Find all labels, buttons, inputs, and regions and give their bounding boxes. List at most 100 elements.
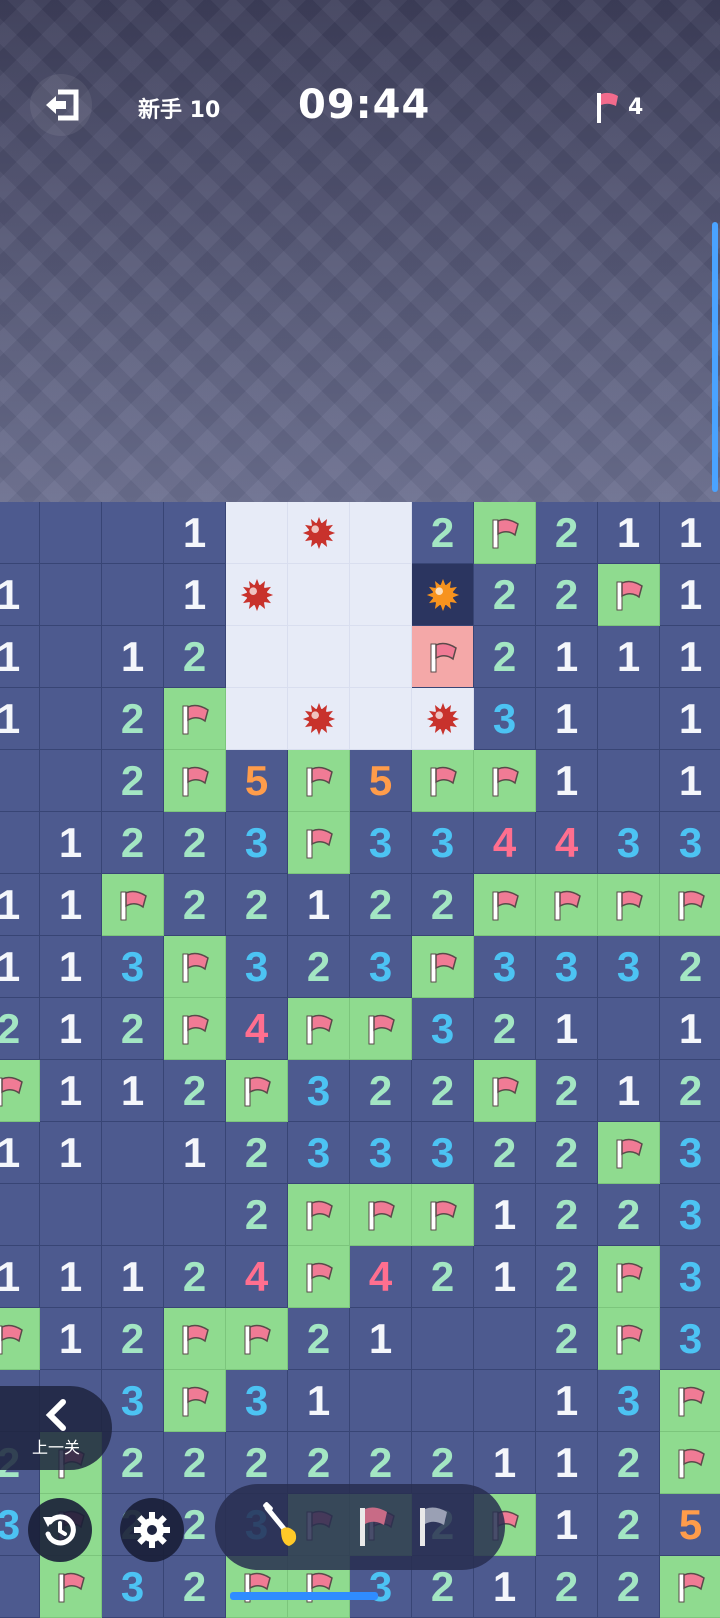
board-cell[interactable]: 2 bbox=[536, 1556, 598, 1618]
board-cell[interactable]: 1 bbox=[0, 626, 40, 688]
board-cell[interactable]: 2 bbox=[164, 626, 226, 688]
board-cell[interactable]: 2 bbox=[164, 1432, 226, 1494]
board-cell[interactable]: 3 bbox=[660, 1122, 720, 1184]
board-cell[interactable] bbox=[598, 1246, 660, 1308]
board-cell[interactable]: 1 bbox=[0, 564, 40, 626]
board-cell[interactable]: 4 bbox=[226, 998, 288, 1060]
board-cell[interactable] bbox=[288, 502, 350, 564]
board-cell[interactable]: 1 bbox=[660, 998, 720, 1060]
board-cell[interactable] bbox=[660, 1432, 720, 1494]
board-cell[interactable] bbox=[412, 688, 474, 750]
board-cell[interactable]: 1 bbox=[474, 1184, 536, 1246]
board-cell[interactable] bbox=[598, 874, 660, 936]
board-cell[interactable]: 1 bbox=[40, 998, 102, 1060]
board-cell[interactable]: 1 bbox=[660, 502, 720, 564]
board-cell[interactable]: 1 bbox=[536, 1432, 598, 1494]
board-cell[interactable]: 1 bbox=[40, 1122, 102, 1184]
board-cell[interactable]: 1 bbox=[288, 1370, 350, 1432]
board-cell[interactable] bbox=[164, 936, 226, 998]
board-cell[interactable] bbox=[40, 626, 102, 688]
board-cell[interactable] bbox=[350, 688, 412, 750]
board-cell[interactable]: 1 bbox=[350, 1308, 412, 1370]
board-cell[interactable]: 2 bbox=[164, 874, 226, 936]
board-cell[interactable] bbox=[474, 874, 536, 936]
board-cell[interactable]: 2 bbox=[350, 1060, 412, 1122]
board-cell[interactable] bbox=[102, 1184, 164, 1246]
board-cell[interactable] bbox=[164, 1184, 226, 1246]
board-cell[interactable]: 3 bbox=[412, 812, 474, 874]
board-cell[interactable]: 3 bbox=[660, 1184, 720, 1246]
board-cell[interactable]: 2 bbox=[164, 1556, 226, 1618]
board-cell[interactable]: 5 bbox=[350, 750, 412, 812]
board-cell[interactable]: 1 bbox=[474, 1556, 536, 1618]
board-cell[interactable] bbox=[40, 564, 102, 626]
board-cell[interactable]: 1 bbox=[474, 1246, 536, 1308]
board-cell[interactable]: 3 bbox=[660, 812, 720, 874]
board-cell[interactable] bbox=[598, 564, 660, 626]
board-cell[interactable] bbox=[350, 1370, 412, 1432]
board-cell[interactable]: 2 bbox=[474, 1122, 536, 1184]
board-cell[interactable] bbox=[226, 1308, 288, 1370]
board-cell[interactable]: 3 bbox=[350, 812, 412, 874]
board-cell[interactable]: 3 bbox=[474, 688, 536, 750]
board-cell[interactable]: 1 bbox=[40, 812, 102, 874]
board-cell[interactable] bbox=[0, 502, 40, 564]
board-cell[interactable]: 1 bbox=[102, 626, 164, 688]
board-cell[interactable]: 1 bbox=[40, 1308, 102, 1370]
board-cell[interactable] bbox=[350, 502, 412, 564]
board-cell[interactable] bbox=[102, 874, 164, 936]
board-cell[interactable]: 2 bbox=[164, 1246, 226, 1308]
board-cell[interactable] bbox=[0, 1184, 40, 1246]
board-cell[interactable] bbox=[164, 1370, 226, 1432]
board-cell[interactable]: 3 bbox=[102, 936, 164, 998]
board-cell[interactable] bbox=[0, 1060, 40, 1122]
board-cell[interactable] bbox=[598, 998, 660, 1060]
board-cell[interactable]: 1 bbox=[102, 1060, 164, 1122]
board-cell[interactable] bbox=[0, 750, 40, 812]
board-cell[interactable]: 3 bbox=[226, 1370, 288, 1432]
board-cell[interactable]: 1 bbox=[0, 1122, 40, 1184]
board-cell[interactable]: 1 bbox=[0, 688, 40, 750]
board-cell[interactable]: 3 bbox=[226, 812, 288, 874]
board-cell[interactable] bbox=[288, 1184, 350, 1246]
board-cell[interactable] bbox=[350, 998, 412, 1060]
board-cell[interactable] bbox=[288, 998, 350, 1060]
board-cell[interactable]: 3 bbox=[412, 1122, 474, 1184]
board-cell[interactable]: 2 bbox=[350, 874, 412, 936]
board-cell[interactable] bbox=[412, 1370, 474, 1432]
board-cell[interactable] bbox=[288, 750, 350, 812]
board-cell[interactable] bbox=[660, 874, 720, 936]
board-cell[interactable] bbox=[412, 626, 474, 688]
board-cell[interactable]: 1 bbox=[536, 1370, 598, 1432]
board-cell[interactable]: 1 bbox=[536, 998, 598, 1060]
board-cell[interactable] bbox=[226, 1060, 288, 1122]
board-cell[interactable]: 3 bbox=[288, 1122, 350, 1184]
flag-tool-button[interactable] bbox=[345, 1498, 401, 1554]
board-cell[interactable]: 1 bbox=[40, 1060, 102, 1122]
board-cell[interactable] bbox=[474, 750, 536, 812]
board-cell[interactable] bbox=[226, 564, 288, 626]
board-cell[interactable]: 2 bbox=[598, 1432, 660, 1494]
board-cell[interactable]: 2 bbox=[226, 874, 288, 936]
board-cell[interactable]: 1 bbox=[0, 1246, 40, 1308]
board-cell[interactable]: 1 bbox=[288, 874, 350, 936]
board-cell[interactable]: 2 bbox=[536, 564, 598, 626]
board-cell[interactable]: 4 bbox=[350, 1246, 412, 1308]
board-cell[interactable] bbox=[226, 502, 288, 564]
board-cell[interactable]: 2 bbox=[412, 1060, 474, 1122]
board-cell[interactable] bbox=[660, 1556, 720, 1618]
board-cell[interactable]: 1 bbox=[102, 1246, 164, 1308]
board-cell[interactable] bbox=[40, 1556, 102, 1618]
board-cell[interactable] bbox=[412, 936, 474, 998]
board-cell[interactable]: 2 bbox=[102, 1308, 164, 1370]
exit-button[interactable] bbox=[30, 74, 92, 136]
board-cell[interactable] bbox=[474, 502, 536, 564]
board-cell[interactable]: 2 bbox=[598, 1494, 660, 1556]
board-cell[interactable]: 2 bbox=[102, 688, 164, 750]
board-cell[interactable]: 2 bbox=[102, 812, 164, 874]
board-cell[interactable] bbox=[598, 750, 660, 812]
board-cell[interactable]: 5 bbox=[226, 750, 288, 812]
board-cell[interactable]: 2 bbox=[164, 812, 226, 874]
board-cell[interactable] bbox=[474, 1370, 536, 1432]
board-cell[interactable]: 1 bbox=[536, 750, 598, 812]
